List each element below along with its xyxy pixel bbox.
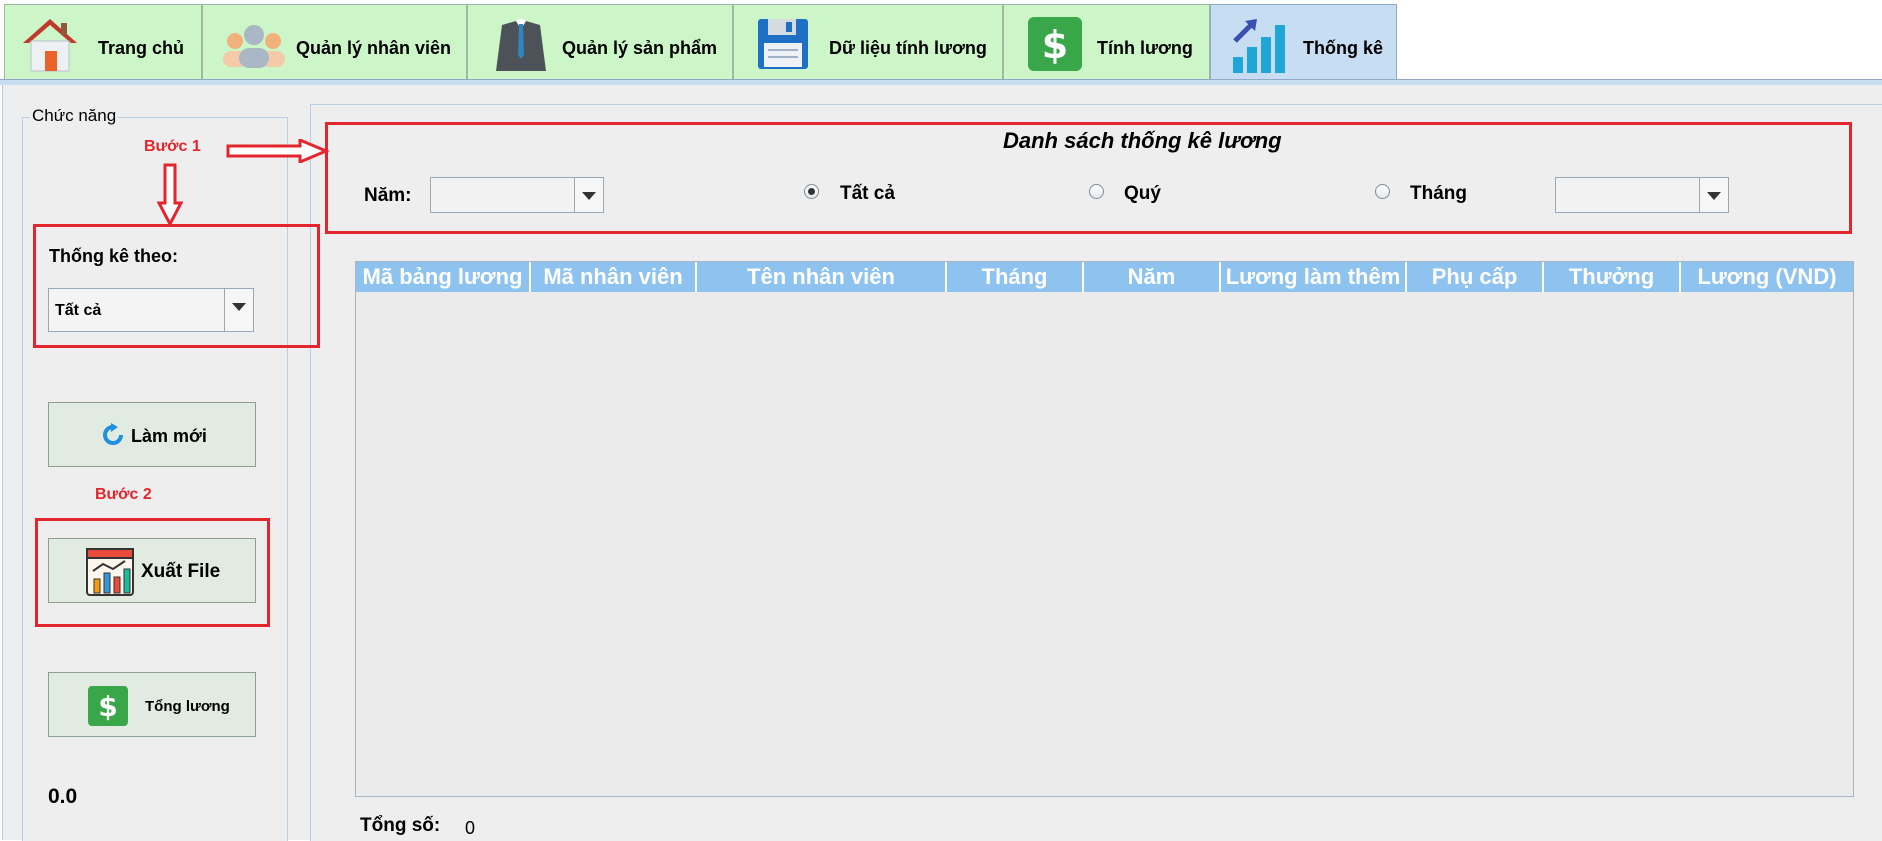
section-title: Danh sách thống kê lương	[1003, 128, 1282, 153]
tab-quan-ly-nhan-vien[interactable]: Quản lý nhân viên	[202, 4, 467, 79]
export-file-label: Xuất File	[141, 561, 221, 582]
function-panel-title: Chức năng	[30, 106, 119, 126]
group-by-select[interactable]: Tất cả	[48, 288, 254, 332]
tab-du-lieu-tinh-luong[interactable]: Dữ liệu tính lương	[733, 4, 1003, 79]
report-chart-icon	[86, 548, 134, 596]
export-file-button[interactable]: Xuất File	[48, 538, 256, 603]
group-by-label: Thống kê theo:	[49, 246, 178, 266]
chevron-down-icon[interactable]	[224, 289, 253, 331]
column-header[interactable]: Tên nhân viên	[697, 262, 947, 292]
tab-tinh-luong[interactable]: $ Tính lương	[1003, 4, 1210, 79]
arrow-down-icon	[157, 163, 183, 227]
total-salary-label: Tổng lương	[145, 698, 230, 715]
column-header[interactable]: Tháng	[947, 262, 1084, 292]
radio-month[interactable]	[1375, 184, 1390, 199]
salary-table[interactable]: Mã bảng lương Mã nhân viên Tên nhân viên…	[355, 261, 1854, 797]
total-count-value: 0	[465, 818, 476, 838]
radio-month-label: Tháng	[1410, 183, 1467, 204]
refresh-icon	[103, 423, 123, 445]
column-header[interactable]: Năm	[1084, 262, 1221, 292]
annotation-step-2: Bước 2	[95, 486, 152, 503]
tab-label: Dữ liệu tính lương	[829, 38, 987, 58]
year-label: Năm:	[364, 185, 412, 206]
refresh-button[interactable]: Làm mới	[48, 402, 256, 467]
house-icon	[23, 19, 77, 72]
dollar-icon: $	[88, 686, 128, 726]
column-header[interactable]: Mã nhân viên	[531, 262, 697, 292]
tab-thong-ke[interactable]: Thống kê	[1210, 4, 1397, 84]
refresh-label: Làm mới	[131, 426, 207, 446]
svg-text:$: $	[98, 690, 117, 723]
chevron-down-icon[interactable]	[574, 178, 603, 212]
floppy-disk-icon	[758, 19, 808, 69]
column-header[interactable]: Lương làm thêm	[1221, 262, 1407, 292]
group-by-value: Tất cả	[55, 302, 102, 319]
suit-icon	[496, 19, 546, 71]
column-header[interactable]: Thưởng	[1544, 262, 1681, 292]
tab-label: Tính lương	[1097, 38, 1193, 58]
arrow-right-icon	[226, 139, 330, 163]
total-salary-button[interactable]: $ Tổng lương	[48, 672, 256, 737]
radio-quarter[interactable]	[1089, 184, 1104, 199]
svg-text:$: $	[1042, 23, 1068, 67]
tab-quan-ly-san-pham[interactable]: Quản lý sản phẩm	[467, 4, 733, 79]
table-body	[356, 292, 1853, 796]
people-icon	[223, 25, 285, 68]
column-header[interactable]: Mã bảng lương	[356, 262, 531, 292]
radio-all-label: Tất cả	[840, 183, 895, 204]
column-header[interactable]: Lương (VND)	[1681, 262, 1853, 292]
radio-all[interactable]	[804, 184, 819, 199]
chevron-down-icon[interactable]	[1699, 178, 1728, 212]
radio-quarter-label: Quý	[1124, 183, 1161, 204]
year-select[interactable]	[430, 177, 604, 213]
tab-label: Quản lý sản phẩm	[562, 38, 718, 58]
dollar-icon: $	[1028, 17, 1082, 71]
annotation-step-1: Bước 1	[144, 138, 201, 155]
tab-label: Quản lý nhân viên	[296, 38, 452, 58]
tab-label: Trang chủ	[98, 38, 185, 58]
total-count-label: Tổng số:	[360, 815, 441, 836]
tab-label: Thống kê	[1303, 38, 1383, 58]
bar-chart-icon	[1233, 19, 1285, 73]
table-header: Mã bảng lương Mã nhân viên Tên nhân viên…	[356, 262, 1853, 292]
tab-trang-chu[interactable]: Trang chủ	[4, 4, 202, 79]
column-header[interactable]: Phụ cấp	[1407, 262, 1544, 292]
month-select[interactable]	[1555, 177, 1729, 213]
total-salary-value: 0.0	[48, 785, 78, 808]
